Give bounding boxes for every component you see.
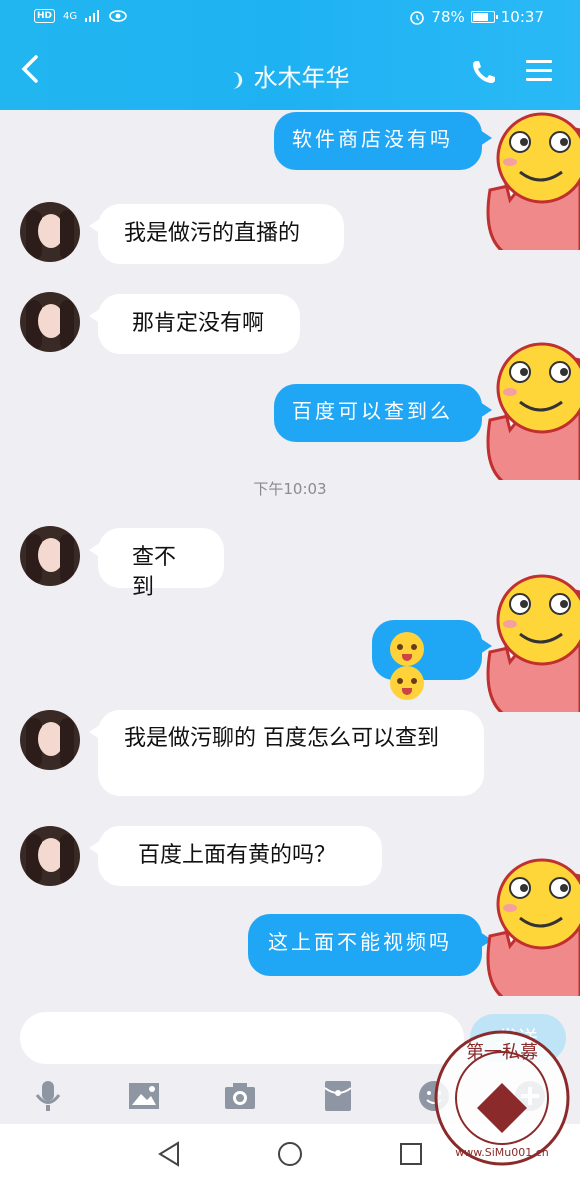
microphone-icon[interactable] — [30, 1078, 66, 1114]
home-circle-icon[interactable] — [276, 1140, 304, 1168]
avatar[interactable] — [20, 292, 80, 352]
status-time: 10:37 — [500, 8, 544, 26]
message-bubble-incoming[interactable]: 我是做污的直播的 — [89, 204, 344, 264]
status-bar: HD 4G 78% 10:37 — [0, 0, 580, 36]
message-bubble-incoming[interactable]: 百度上面有黄的吗？ — [89, 826, 382, 886]
phone-icon[interactable] — [470, 58, 498, 86]
sticker-avatar[interactable] — [480, 330, 580, 480]
camera-icon[interactable] — [222, 1078, 258, 1114]
recents-square-icon[interactable] — [398, 1140, 424, 1168]
message-bubble-outgoing[interactable]: 这上面不能视频吗 — [248, 914, 492, 976]
contact-name: 水木年华 — [253, 64, 350, 92]
avatar[interactable] — [20, 826, 80, 886]
message-bubble-outgoing[interactable] — [372, 620, 492, 700]
watermark-url: www.SiMu001.cn — [455, 1146, 549, 1159]
message-bubble-incoming[interactable]: 我是做污聊的 百度怎么可以查到 — [89, 710, 484, 796]
image-icon[interactable] — [126, 1078, 162, 1114]
message-bubble-outgoing[interactable]: 百度可以查到么 — [274, 384, 492, 442]
alarm-icon — [410, 11, 425, 25]
back-triangle-icon[interactable] — [156, 1140, 182, 1168]
battery-icon — [470, 11, 498, 23]
menu-button[interactable] — [526, 60, 552, 82]
message-bubble-incoming[interactable]: 查不到 — [89, 528, 224, 600]
message-input[interactable] — [20, 1012, 464, 1064]
app-header: HD 4G 78% 10:37 ❩ 水木年华 — [0, 0, 580, 110]
signal-icon — [85, 10, 100, 22]
ear-icon: ❩ — [230, 70, 246, 91]
blushing-face-icon — [390, 632, 424, 666]
red-packet-icon[interactable] — [320, 1078, 356, 1114]
blushing-face-icon — [390, 666, 424, 700]
avatar[interactable] — [20, 202, 80, 262]
eye-icon — [109, 10, 127, 22]
avatar[interactable] — [20, 526, 80, 586]
timestamp: 下午10:03 — [253, 480, 327, 498]
sticker-avatar[interactable] — [480, 100, 580, 250]
watermark-title: 第一私募 — [466, 1042, 538, 1063]
avatar[interactable] — [20, 710, 80, 770]
message-bubble-incoming[interactable]: 那肯定没有啊 — [89, 294, 300, 354]
sticker-avatar[interactable] — [480, 846, 580, 996]
message-bubble-outgoing[interactable]: 软件商店没有吗 — [274, 112, 492, 170]
hd-badge: HD — [34, 9, 56, 23]
watermark-logo: 第一私募 www.SiMu001.cn — [434, 1030, 570, 1166]
network-signal: 4G — [63, 10, 78, 22]
sticker-avatar[interactable] — [480, 562, 580, 712]
battery-percent: 78% — [431, 8, 465, 26]
